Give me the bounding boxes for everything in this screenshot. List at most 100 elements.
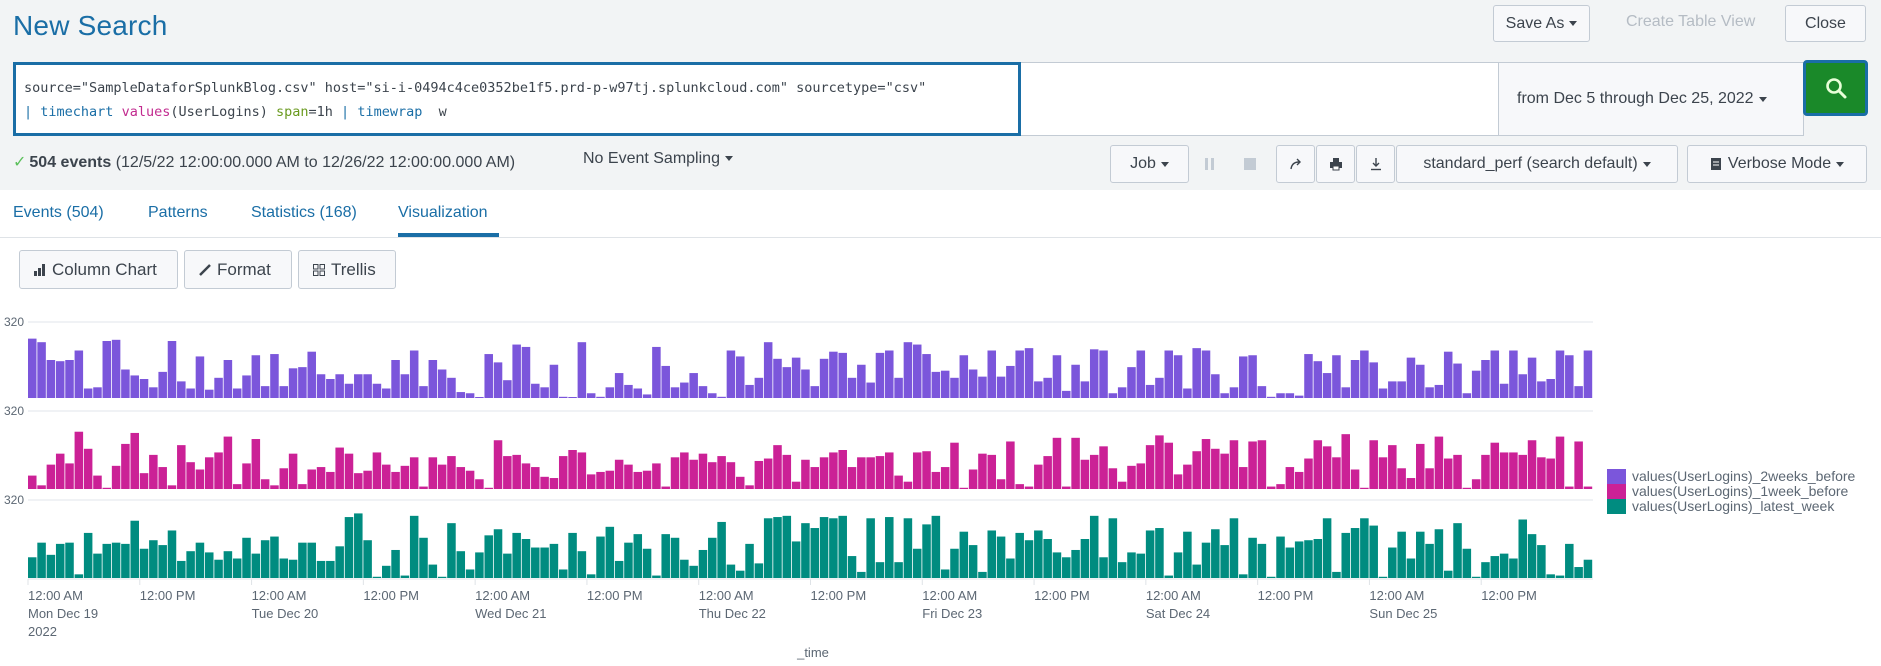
token: "SampleDataforSplunkBlog.csv" (80, 80, 317, 96)
bar (549, 364, 559, 398)
search-button[interactable] (1803, 60, 1868, 116)
bar (447, 523, 456, 578)
bar (37, 542, 46, 578)
search-line-1: source="SampleDataforSplunkBlog.csv" hos… (24, 76, 1010, 100)
x-tick-label: Sun Dec 25 (1369, 606, 1437, 621)
format-button[interactable]: Format (184, 250, 292, 289)
bar (689, 565, 698, 578)
bar (586, 474, 596, 490)
tab-events[interactable]: Events (504) (13, 204, 104, 222)
job-menu-button[interactable]: Job (1110, 145, 1189, 183)
bar (1164, 350, 1174, 398)
bar (1341, 532, 1350, 578)
bar (698, 453, 708, 489)
bar (1416, 364, 1425, 398)
bar (717, 456, 726, 489)
bar (912, 548, 922, 578)
chart-type-button[interactable]: Column Chart (19, 250, 178, 289)
stop-button[interactable] (1236, 145, 1264, 183)
event-sampling-dropdown[interactable]: No Event Sampling (583, 150, 733, 168)
bar (121, 369, 130, 398)
magnifier-icon (1825, 78, 1846, 99)
chevron-down-icon (1758, 96, 1767, 102)
time-range-picker[interactable]: from Dec 5 through Dec 25, 2022 (1498, 62, 1804, 136)
page-title: New Search (13, 10, 168, 41)
export-icon (1370, 158, 1381, 171)
bar (642, 548, 652, 578)
bar (1052, 552, 1062, 578)
bar (912, 344, 922, 398)
bar (1481, 454, 1490, 490)
close-button[interactable]: Close (1785, 5, 1866, 42)
bar (288, 453, 298, 489)
bar (1546, 574, 1555, 578)
verbose-mode-dropdown[interactable]: Verbose Mode (1687, 145, 1867, 183)
bar (326, 471, 335, 489)
tab-visualization[interactable]: Visualization (398, 204, 488, 222)
bar (55, 453, 65, 489)
bar (596, 536, 605, 578)
bar (1499, 553, 1509, 579)
bar (978, 376, 987, 399)
bar (1388, 445, 1397, 490)
bar (354, 374, 363, 398)
bar (111, 542, 121, 578)
x-tick-label: 12:00 AM (1369, 588, 1424, 603)
bar (1425, 387, 1434, 398)
bar (1360, 487, 1369, 489)
bar (1369, 362, 1378, 399)
legend-item[interactable]: values(UserLogins)_2weeks_before (1607, 469, 1855, 484)
create-table-view-link[interactable]: Create Table View (1626, 13, 1755, 31)
search-input[interactable]: source="SampleDataforSplunkBlog.csv" hos… (13, 62, 1021, 136)
bar (354, 513, 363, 578)
bar (1388, 547, 1397, 578)
pause-button[interactable] (1196, 145, 1224, 183)
bar (1285, 547, 1295, 578)
legend-item[interactable]: values(UserLogins)_latest_week (1607, 499, 1855, 514)
bar (251, 439, 261, 489)
bar (204, 457, 214, 489)
x-tick-label: Wed Dec 21 (475, 606, 546, 621)
bar (1183, 464, 1192, 490)
bar (782, 367, 792, 399)
bar (1322, 446, 1332, 489)
bar (996, 479, 1006, 489)
bar (717, 396, 726, 398)
bar (111, 465, 121, 489)
bar (400, 374, 410, 398)
bar (1360, 350, 1369, 398)
x-tick-label: 12:00 PM (363, 588, 419, 603)
bar (549, 478, 559, 489)
tab-statistics[interactable]: Statistics (168) (251, 204, 357, 222)
bar (968, 545, 978, 578)
bar (1369, 525, 1378, 578)
bar (1192, 564, 1201, 578)
bar (1201, 542, 1211, 578)
bar (158, 545, 167, 578)
bar (801, 459, 810, 489)
search-mode-perf-dropdown[interactable]: standard_perf (search default) (1396, 145, 1678, 183)
bar (661, 486, 670, 489)
bar (1565, 486, 1574, 489)
bar (437, 369, 447, 398)
bar (223, 360, 233, 398)
bar (987, 350, 997, 398)
bar (493, 440, 503, 489)
legend-item[interactable]: values(UserLogins)_1week_before (1607, 484, 1855, 499)
bar (791, 481, 801, 489)
bar (829, 452, 838, 489)
bar (959, 531, 969, 578)
print-button[interactable] (1316, 145, 1355, 183)
export-button[interactable] (1356, 145, 1395, 183)
trellis-button[interactable]: Trellis (298, 250, 396, 289)
bar (316, 467, 326, 489)
bar (931, 371, 941, 399)
bar (1388, 381, 1397, 399)
share-button[interactable] (1276, 145, 1315, 183)
bar (1239, 574, 1248, 578)
save-as-button[interactable]: Save As (1493, 5, 1590, 42)
bar (335, 447, 344, 489)
tab-patterns[interactable]: Patterns (148, 204, 208, 222)
bar (121, 443, 130, 489)
bar (819, 517, 829, 578)
